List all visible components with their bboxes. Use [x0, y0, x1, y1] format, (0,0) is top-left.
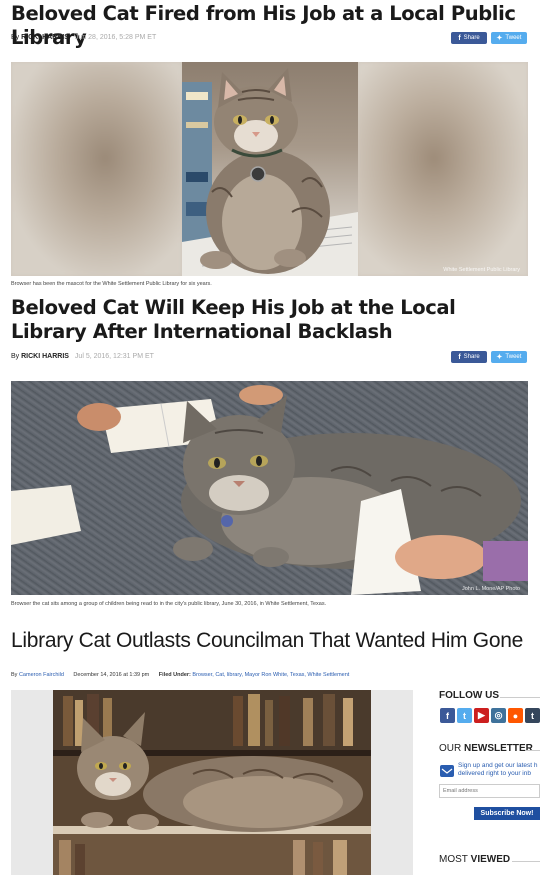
divider: [512, 861, 540, 862]
article2-caption: Browser the cat sits among a group of ch…: [11, 601, 327, 607]
filed-under-label: Filed Under:: [158, 672, 191, 678]
follow-us-heading: FOLLOW US: [439, 690, 499, 701]
publish-date: Jun 28, 2016, 5:28 PM ET: [74, 34, 157, 41]
facebook-share-button[interactable]: f Share: [451, 351, 487, 363]
photo-credit: John L. Mone/AP Photo: [462, 586, 520, 592]
envelope-icon: [440, 765, 454, 777]
cat-with-children-photo: [11, 385, 528, 595]
photo-blur-right: [357, 62, 528, 276]
tweet-label: Tweet: [505, 35, 522, 41]
facebook-icon[interactable]: f: [440, 708, 455, 723]
article2-byline: By RICKI HARRIS Jul 5, 2016, 12:31 PM ET: [11, 353, 154, 360]
twitter-icon: ✦: [496, 354, 503, 361]
newsletter-heading: OUR NEWSLETTER: [439, 743, 533, 754]
newsletter-text-line1: Sign up and get our latest h: [458, 762, 538, 769]
article1-photo: White Settlement Public Library: [11, 62, 528, 276]
article1-byline: By RICKI HARRIS Jun 28, 2016, 5:28 PM ET: [11, 34, 156, 41]
reddit-icon[interactable]: ●: [508, 708, 523, 723]
email-field[interactable]: [439, 784, 540, 798]
share-label: Share: [463, 35, 480, 41]
cat-on-bookshelf-photo: [53, 690, 371, 875]
article1-caption: Browser has been the mascot for the Whit…: [11, 281, 212, 287]
newsletter-heading-our: OUR: [439, 743, 462, 754]
newsletter-text-line2: delivered right to your inb: [458, 770, 531, 777]
most-viewed-viewed: VIEWED: [470, 854, 511, 865]
author-name[interactable]: RICKI HARRIS: [21, 34, 69, 41]
author-link[interactable]: Cameron Fairchild: [19, 672, 64, 678]
article3-headline: Library Cat Outlasts Councilman That Wan…: [11, 629, 523, 652]
newsletter-heading-main: NEWSLETTER: [464, 743, 533, 754]
byline-prefix: By: [11, 353, 20, 360]
most-viewed-most: MOST: [439, 854, 468, 865]
facebook-icon: f: [458, 353, 461, 361]
tweet-label: Tweet: [505, 354, 522, 360]
byline-prefix: By: [11, 34, 20, 41]
publish-date: Jul 5, 2016, 12:31 PM ET: [74, 353, 154, 360]
facebook-icon: f: [458, 34, 461, 42]
article3-meta: By Cameron Fairchild December 14, 2016 a…: [11, 672, 349, 678]
article2-headline: Beloved Cat Will Keep His Job at the Loc…: [11, 296, 456, 343]
twitter-share-button[interactable]: ✦ Tweet: [491, 351, 527, 363]
twitter-icon: ✦: [496, 35, 503, 42]
twitter-icon[interactable]: t: [457, 708, 472, 723]
subscribe-button[interactable]: Subscribe Now!: [474, 807, 540, 820]
byline-prefix: By: [11, 672, 18, 678]
tumblr-icon[interactable]: t: [525, 708, 540, 723]
divider: [526, 750, 540, 751]
twitter-share-button[interactable]: ✦ Tweet: [491, 32, 527, 44]
publish-date: December 14, 2016 at 1:39 pm: [73, 672, 150, 678]
tag-links[interactable]: Browser, Cat, library, Mayor Ron White, …: [192, 672, 349, 678]
most-viewed-heading: MOST VIEWED: [439, 854, 510, 865]
author-name[interactable]: RICKI HARRIS: [21, 353, 69, 360]
share-label: Share: [463, 354, 480, 360]
facebook-share-button[interactable]: f Share: [451, 32, 487, 44]
photo-blur-left: [11, 62, 182, 276]
cat-photo: [182, 62, 358, 276]
newsletter-description: Sign up and get our latest h delivered r…: [458, 762, 540, 778]
article2-photo: John L. Mone/AP Photo: [11, 381, 528, 595]
cat-illustration: [182, 68, 358, 276]
instagram-icon[interactable]: ◎: [491, 708, 506, 723]
divider: [500, 697, 540, 698]
article3-photo: [53, 690, 371, 875]
youtube-icon[interactable]: ▶: [474, 708, 489, 723]
photo-credit: White Settlement Public Library: [443, 267, 520, 273]
